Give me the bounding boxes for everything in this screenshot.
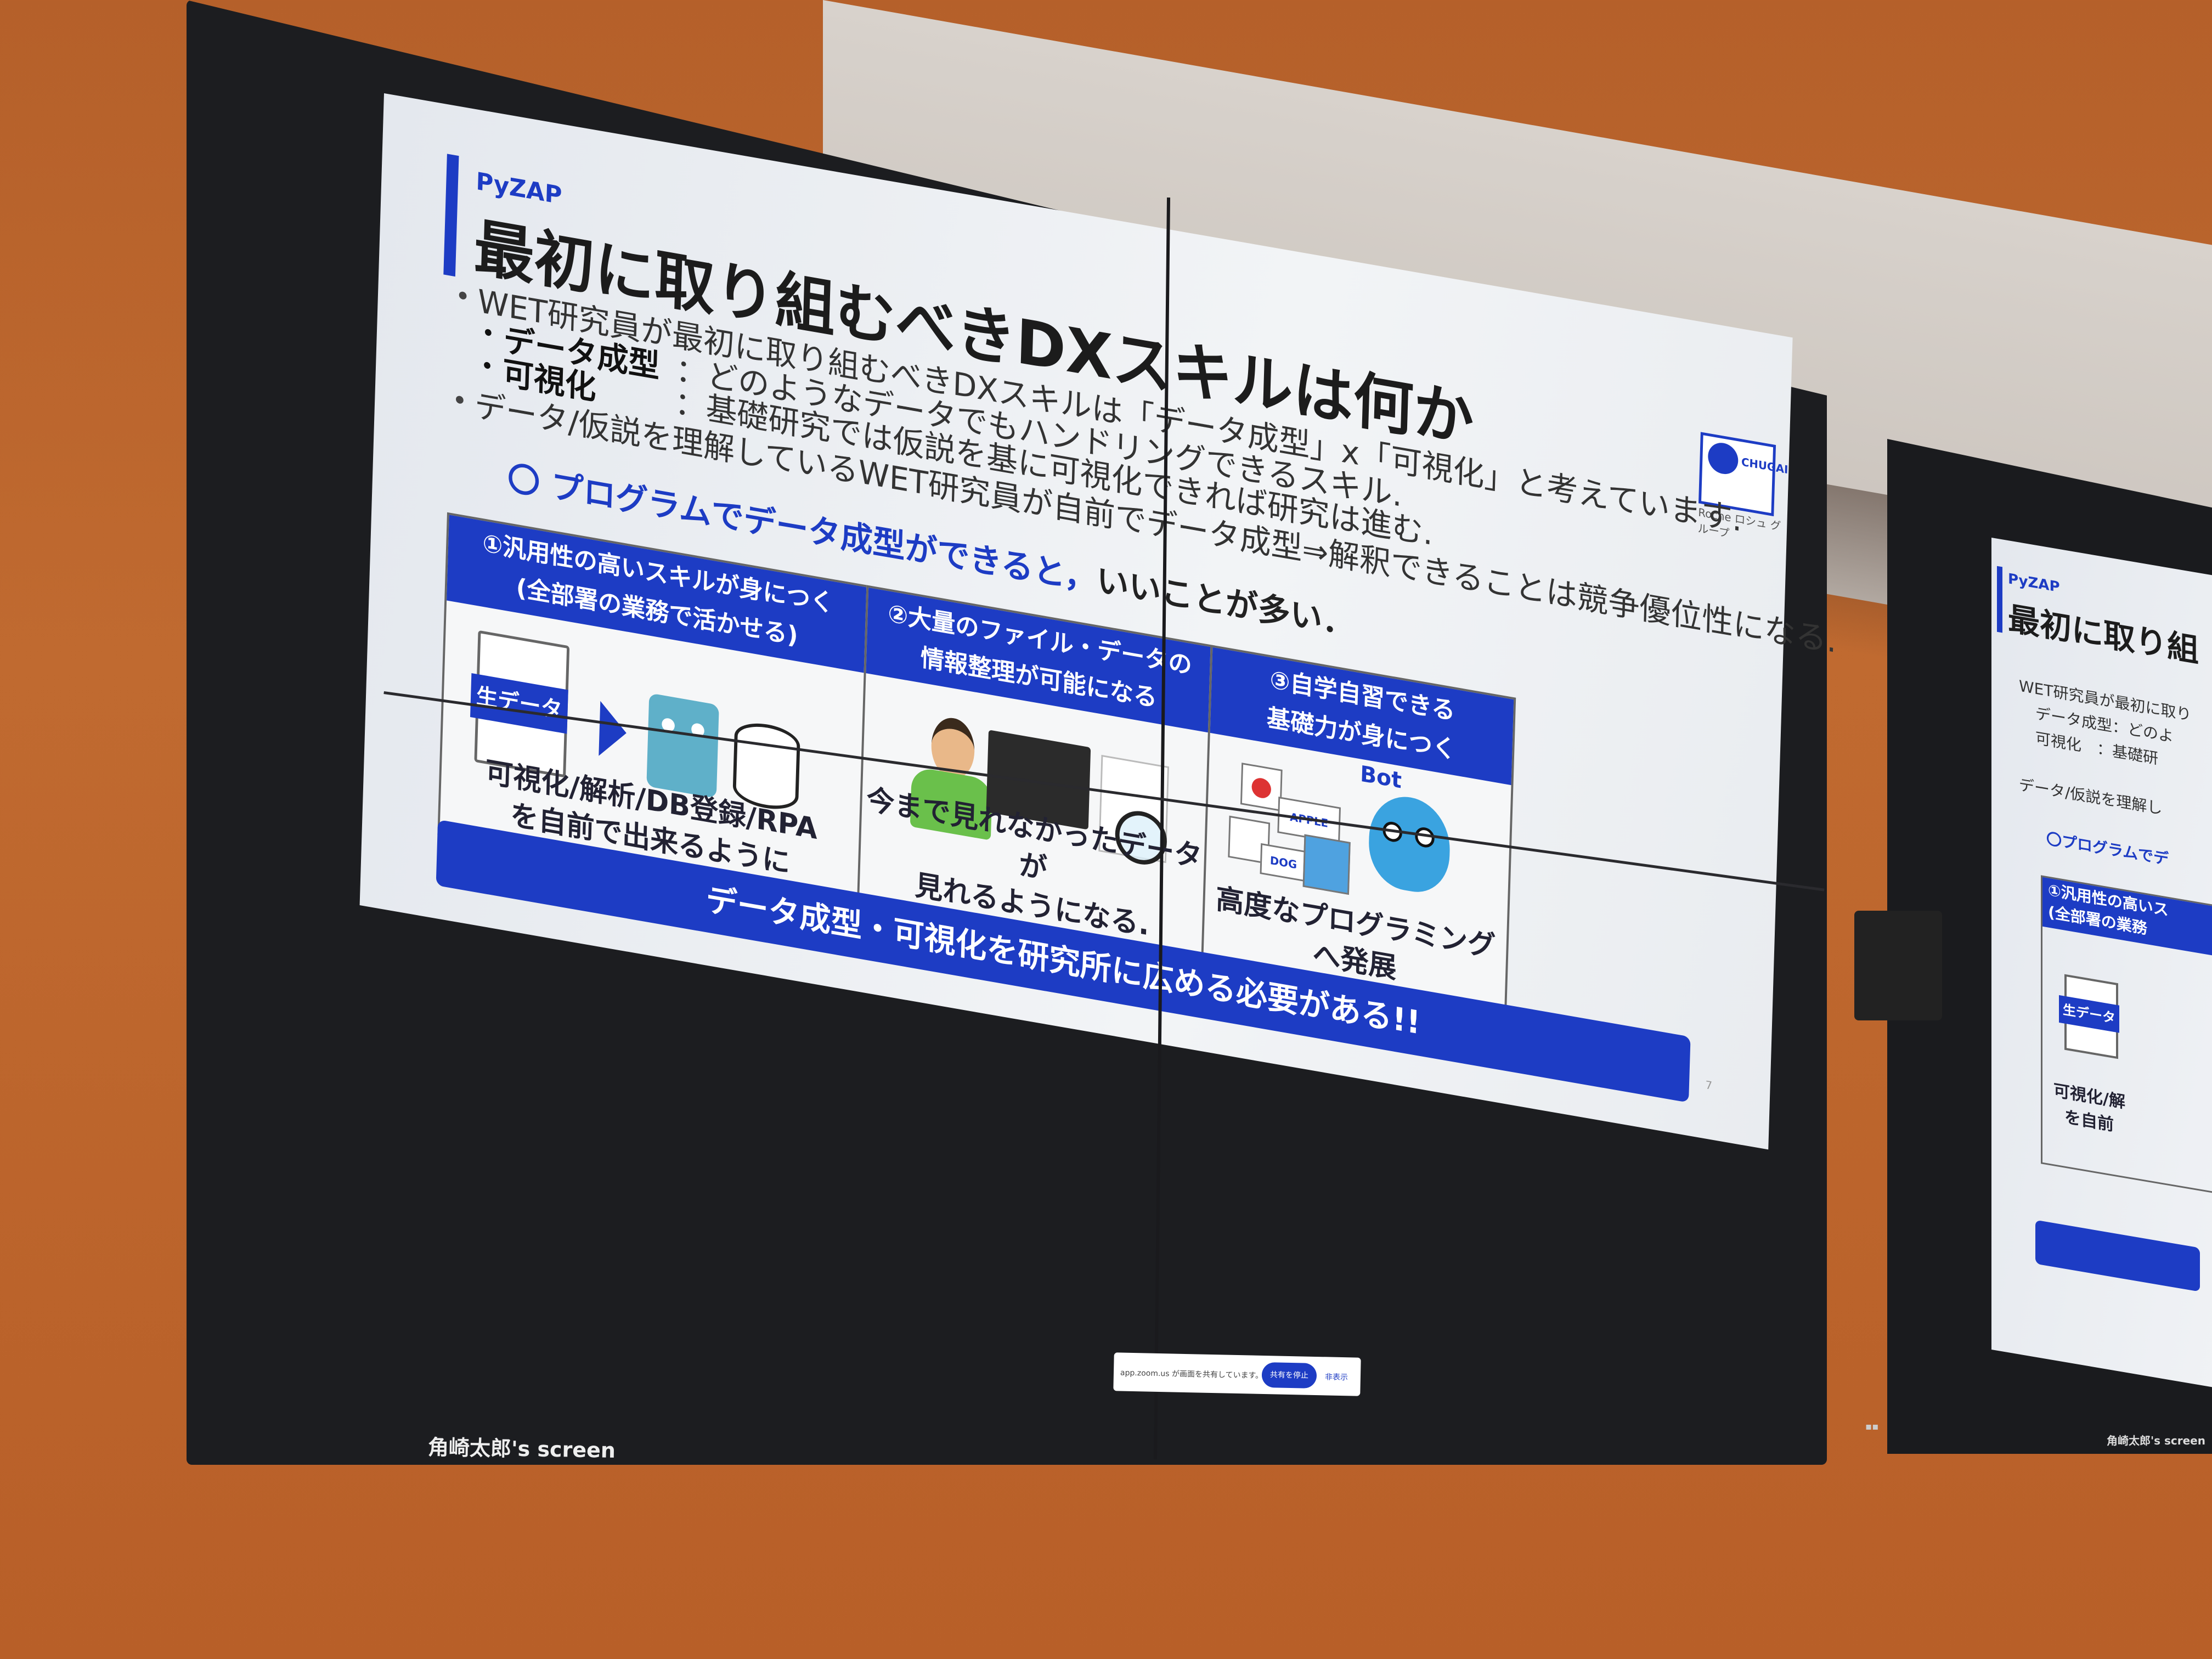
second-presentation-slide: PyZAP 最初に取り組 WET研究員が最初に取り データ成型：どのよ 可視化 … bbox=[1991, 538, 2212, 1389]
second-panel-header: ①汎用性の高いス (全部署の業務 bbox=[2042, 877, 2212, 957]
apple-card-icon bbox=[1240, 763, 1283, 811]
stop-share-button[interactable]: 共有を停止 bbox=[1261, 1362, 1317, 1389]
bot-label: Bot bbox=[1359, 761, 1402, 794]
dog-word-card: DOG bbox=[1260, 843, 1307, 882]
second-slide-panel: ①汎用性の高いス (全部署の業務 生データ 可視化/解 を自前 bbox=[2041, 875, 2212, 1195]
second-slide-brand: PyZAP bbox=[2008, 571, 2060, 596]
bullet-dot-icon bbox=[455, 395, 464, 404]
second-slide-line-4: データ/仮説を理解し bbox=[2019, 775, 2163, 818]
second-slide-line-5: 〇プログラムでデ bbox=[2046, 830, 2169, 868]
share-status-text: app.zoom.us が画面を共有しています。 bbox=[1120, 1368, 1263, 1380]
screen-share-toolbar: app.zoom.us が画面を共有しています。 共有を停止 非表示 bbox=[1113, 1352, 1361, 1396]
arrow-right-icon bbox=[599, 701, 628, 761]
second-screen-owner-label: 角崎太郎's screen bbox=[2107, 1434, 2205, 1447]
hide-link[interactable]: 非表示 bbox=[1325, 1371, 1348, 1383]
signal-indicator-icon: ▪▪ bbox=[1865, 1421, 1879, 1432]
second-conclusion-banner bbox=[2035, 1220, 2200, 1292]
brain-card-icon bbox=[1302, 834, 1351, 895]
title-accent-bar bbox=[443, 154, 459, 277]
second-slide-title: 最初に取り組 bbox=[2008, 600, 2199, 670]
second-title-accent-bar bbox=[1997, 566, 2002, 633]
bot-bird-icon bbox=[1368, 790, 1452, 898]
logo-mark-icon bbox=[1707, 440, 1739, 477]
logo-text: CHUGAI bbox=[1741, 455, 1788, 477]
bullet-dot-icon bbox=[459, 291, 467, 300]
display-mount bbox=[1854, 911, 1942, 1020]
bullet-dot-icon bbox=[484, 329, 492, 337]
screen-owner-label: 角崎太郎's screen bbox=[427, 1435, 616, 1463]
page-number: 7 bbox=[1705, 1078, 1713, 1093]
bullet-dot-icon bbox=[483, 362, 491, 370]
